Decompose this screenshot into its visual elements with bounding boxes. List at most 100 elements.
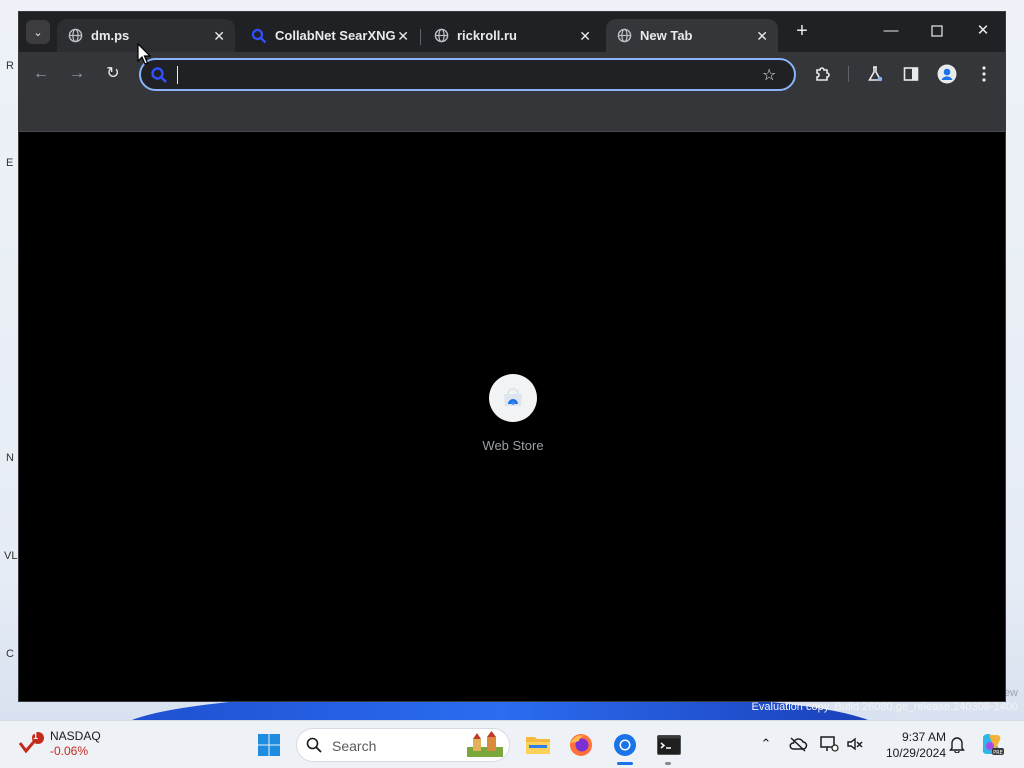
omnibox[interactable]: ☆ xyxy=(139,58,796,91)
search-icon xyxy=(306,737,322,753)
firefox-button[interactable] xyxy=(567,731,595,759)
maximize-icon xyxy=(931,25,943,37)
speaker-muted-icon xyxy=(847,737,863,751)
bell-icon xyxy=(949,737,965,753)
close-tab-icon[interactable]: ✕ xyxy=(579,28,591,45)
menu-button[interactable] xyxy=(974,64,994,84)
close-tab-icon[interactable]: ✕ xyxy=(397,28,409,45)
close-tab-icon[interactable]: ✕ xyxy=(213,28,225,45)
windows-logo-icon xyxy=(258,734,280,756)
notifications-button[interactable] xyxy=(946,733,968,755)
side-panel-icon xyxy=(903,67,919,81)
desktop-label-vl: VL xyxy=(4,550,18,562)
search-icon xyxy=(150,66,168,84)
minimize-button[interactable]: — xyxy=(881,21,901,41)
terminal-icon xyxy=(657,735,681,755)
tab-strip: ⌄ dm.ps ✕ CollabNet SearXNG ✕ rickroll.r… xyxy=(19,12,1005,52)
tab-title: New Tab xyxy=(640,28,693,43)
start-button[interactable] xyxy=(257,733,281,757)
plus-icon: + xyxy=(796,20,808,42)
omnibox-input[interactable] xyxy=(175,64,755,86)
tab-title: CollabNet SearXNG xyxy=(275,28,396,43)
search-placeholder: Search xyxy=(332,738,377,754)
kebab-menu-icon xyxy=(982,66,986,82)
tab-rickroll[interactable]: rickroll.ru ✕ xyxy=(423,19,601,52)
globe-icon xyxy=(67,28,83,44)
clock-time: 9:37 AM xyxy=(901,730,946,744)
globe-icon xyxy=(433,28,449,44)
file-explorer-button[interactable] xyxy=(524,731,552,759)
network-icon xyxy=(820,736,839,752)
widget-badge: 1 xyxy=(33,731,39,741)
new-tab-page: Web Store xyxy=(19,133,1005,701)
taskbar: 1 NASDAQ -0.06% Search ⌃ 9:37 AM 10/29/2… xyxy=(0,720,1024,768)
profile-button[interactable] xyxy=(937,64,957,84)
bookmark-star-icon[interactable]: ☆ xyxy=(762,65,780,84)
labs-button[interactable] xyxy=(865,64,885,84)
minimize-icon: — xyxy=(883,22,899,39)
shortcut-web-store[interactable]: Web Store xyxy=(473,374,553,453)
taskbar-search[interactable]: Search xyxy=(296,728,510,762)
tab-search-button[interactable]: ⌄ xyxy=(26,20,50,44)
chrome-button[interactable] xyxy=(611,731,639,759)
desktop-icon-labels: R E N VL C xyxy=(0,0,20,720)
clock[interactable]: 9:37 AM 10/29/2024 xyxy=(872,729,946,761)
text-caret xyxy=(177,66,178,84)
toolbar-separator xyxy=(848,66,849,82)
firefox-icon xyxy=(570,734,592,756)
watermark-line-1: ew xyxy=(1003,687,1018,699)
flask-icon xyxy=(868,66,883,82)
bookmarks-bar xyxy=(19,96,1005,132)
close-window-button[interactable]: ✕ xyxy=(973,21,993,41)
copilot-button[interactable]: PRE xyxy=(979,731,1005,757)
watermark-line-2: Evaluation copy. Build 26080.ge_release.… xyxy=(751,701,1018,713)
onedrive-button[interactable] xyxy=(787,733,809,755)
desktop-label-e: E xyxy=(6,157,14,169)
extensions-button[interactable] xyxy=(813,64,833,84)
browser-window: ⌄ dm.ps ✕ CollabNet SearXNG ✕ rickroll.r… xyxy=(18,11,1006,702)
reload-icon: ↻ xyxy=(106,65,120,82)
shortcut-label: Web Store xyxy=(482,438,544,453)
maximize-button[interactable] xyxy=(927,21,947,41)
puzzle-icon xyxy=(816,67,830,81)
search-highlight-icon xyxy=(463,731,507,759)
clock-date: 10/29/2024 xyxy=(885,746,946,760)
arrow-left-icon: ← xyxy=(33,65,49,82)
mouse-cursor-icon xyxy=(137,43,151,65)
desktop-label-r: R xyxy=(6,60,14,72)
side-panel-button[interactable] xyxy=(901,64,921,84)
copilot-icon: PRE xyxy=(982,734,1004,756)
show-hidden-icons-button[interactable]: ⌃ xyxy=(755,733,777,755)
folder-icon xyxy=(526,737,550,754)
chrome-icon xyxy=(614,734,636,756)
desktop-label-n: N xyxy=(6,452,14,464)
avatar-icon xyxy=(937,64,957,84)
network-button[interactable] xyxy=(818,733,840,755)
desktop-label-c: C xyxy=(6,648,14,660)
toolbar: ← → ↻ ☆ xyxy=(19,52,1005,96)
widget-value: -0.06% xyxy=(50,744,89,758)
close-icon: ✕ xyxy=(976,22,990,39)
new-tab-button[interactable]: + xyxy=(791,21,813,43)
stock-chart-icon: 1 xyxy=(18,731,44,757)
forward-button[interactable]: → xyxy=(67,64,87,84)
widget-name: NASDAQ xyxy=(50,729,101,743)
cloud-offline-icon xyxy=(789,737,808,752)
web-store-icon xyxy=(504,388,522,406)
tab-separator xyxy=(420,29,421,45)
tab-searxng[interactable]: CollabNet SearXNG ✕ xyxy=(241,19,419,52)
back-button[interactable]: ← xyxy=(31,64,51,84)
globe-icon xyxy=(616,28,632,44)
shortcut-tile xyxy=(489,374,537,422)
reload-button[interactable]: ↻ xyxy=(103,64,123,84)
chrome-active-indicator xyxy=(617,762,633,765)
tab-new-tab[interactable]: New Tab ✕ xyxy=(606,19,778,52)
terminal-running-indicator xyxy=(665,762,671,765)
close-tab-icon[interactable]: ✕ xyxy=(756,28,768,45)
svg-text:PRE: PRE xyxy=(993,750,1003,756)
volume-button[interactable] xyxy=(844,733,866,755)
terminal-button[interactable] xyxy=(655,731,683,759)
arrow-right-icon: → xyxy=(69,65,85,82)
stock-widget[interactable]: 1 NASDAQ -0.06% xyxy=(18,729,101,759)
chevron-up-icon: ⌃ xyxy=(760,736,772,751)
